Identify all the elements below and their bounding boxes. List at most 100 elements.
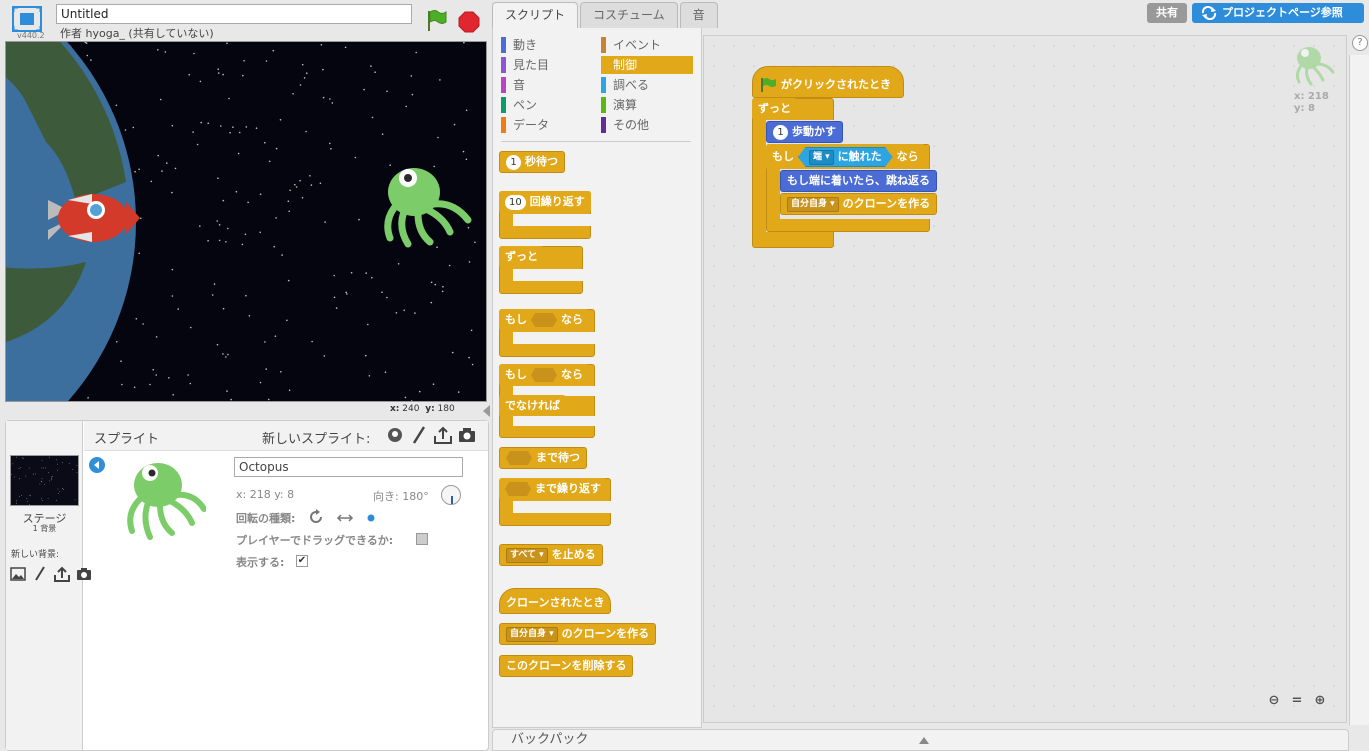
zoom-out-icon[interactable]: ⊖ (1265, 692, 1283, 710)
share-button[interactable]: 共有 (1147, 3, 1187, 23)
fullscreen-icon[interactable] (12, 6, 42, 32)
collapse-stage-icon[interactable] (483, 405, 491, 417)
category-control[interactable]: 制御 (601, 56, 693, 74)
rotate-all-around-icon[interactable] (308, 509, 324, 528)
stop-icon[interactable] (458, 11, 480, 33)
zoom-reset-icon[interactable]: = (1288, 692, 1306, 710)
camera-sprite-icon[interactable] (458, 426, 476, 444)
back-icon[interactable] (89, 457, 105, 473)
star (28, 467, 30, 469)
star (18, 468, 20, 469)
star (237, 152, 240, 155)
rotation-style-label: 回転の種類: (236, 512, 296, 525)
category-motion[interactable]: 動き (501, 36, 593, 54)
star (437, 136, 439, 139)
sprite-direction: 向き: 180° (373, 490, 429, 503)
backdrop-count: 1 背景 (32, 524, 57, 533)
category-sound[interactable]: 音 (501, 76, 593, 94)
category-data[interactable]: データ (501, 116, 593, 134)
block-wait-until[interactable]: まで待つ (499, 447, 587, 469)
category-pen[interactable]: ペン (501, 96, 593, 114)
star (56, 499, 57, 501)
stage-canvas[interactable] (5, 41, 487, 402)
direction-dial[interactable] (441, 485, 461, 505)
category-operators[interactable]: 演算 (601, 96, 693, 114)
star (439, 79, 441, 81)
star (222, 353, 224, 355)
script-clone-dropdown[interactable]: 自分自身 ▾ (787, 196, 839, 212)
star (157, 154, 159, 157)
tab-costumes[interactable]: コスチューム (580, 2, 678, 28)
script-create-clone[interactable]: 自分自身 ▾ のクローンを作る (780, 193, 938, 215)
script-when-flag-clicked[interactable]: がクリックされたとき (752, 66, 904, 98)
show-checkbox[interactable]: ✔ (296, 555, 308, 567)
tab-scripts[interactable]: スクリプト (492, 2, 579, 30)
block-stop[interactable]: すべて ▾ を止める (499, 544, 603, 566)
camera-backdrop-icon[interactable] (75, 565, 93, 583)
star (281, 254, 283, 256)
upload-sprite-icon[interactable] (434, 426, 452, 444)
star (309, 175, 311, 177)
star (18, 478, 20, 480)
version-label: v440.2 (17, 31, 45, 40)
star (86, 54, 89, 57)
star (47, 498, 49, 499)
star (187, 374, 189, 376)
draggable-checkbox[interactable] (416, 533, 428, 545)
block-else-label: でなければ (499, 395, 566, 417)
script-area[interactable]: x: 218 y: 8 がクリックされたとき ずっと 1 歩動かす もし 端 ▾ … (703, 35, 1347, 723)
paint-backdrop-icon[interactable] (31, 565, 49, 583)
octopus-sprite (384, 168, 472, 248)
dont-rotate-icon[interactable] (366, 512, 376, 526)
star (245, 126, 248, 128)
star (368, 375, 371, 377)
backdrop-library-icon[interactable] (9, 565, 27, 583)
stage-thumbnail[interactable] (10, 455, 79, 506)
star (292, 93, 294, 95)
category-events[interactable]: イベント (601, 36, 693, 54)
help-icon[interactable]: ? (1352, 35, 1368, 51)
star (333, 274, 336, 277)
star (433, 165, 436, 168)
zoom-in-icon[interactable]: ⊕ (1311, 692, 1329, 710)
upload-backdrop-icon[interactable] (53, 565, 71, 583)
block-if-else-label: もし なら (499, 364, 589, 386)
script-bounce[interactable]: もし端に着いたら、跳ね返る (780, 170, 937, 192)
star (374, 71, 376, 73)
star (227, 227, 229, 230)
left-right-icon[interactable] (336, 512, 354, 526)
block-when-cloned[interactable]: クローンされたとき (499, 588, 612, 614)
tab-sounds[interactable]: 音 (679, 2, 718, 28)
green-flag-icon[interactable] (425, 9, 447, 33)
editor-tabs: スクリプト コスチューム 音 (492, 2, 720, 30)
block-palette: 動き イベント 見た目 制御 音 調べる ペン 演算 データ その他 1 秒待つ … (492, 28, 702, 728)
block-create-clone[interactable]: 自分自身 ▾ のクローンを作る (499, 623, 657, 645)
block-delete-clone[interactable]: このクローンを削除する (499, 655, 634, 677)
script-move-steps[interactable]: 1 歩動かす (766, 121, 843, 143)
touching-condition[interactable]: 端 ▾ に触れた (798, 147, 893, 167)
category-looks[interactable]: 見た目 (501, 56, 593, 74)
star (430, 301, 433, 304)
star (140, 217, 142, 220)
sprite-name-input[interactable] (234, 457, 463, 477)
project-page-button[interactable]: プロジェクトページ参照 (1192, 3, 1364, 23)
touching-dropdown[interactable]: 端 ▾ (809, 149, 834, 165)
star (168, 377, 170, 379)
project-title-input[interactable] (56, 4, 412, 24)
star (333, 296, 336, 299)
clone-dropdown[interactable]: 自分自身 ▾ (506, 626, 558, 642)
star (25, 475, 27, 477)
category-sensing[interactable]: 調べる (601, 76, 693, 94)
block-wait[interactable]: 1 秒待つ (499, 151, 565, 173)
sprite-library-icon[interactable] (386, 426, 404, 444)
star (247, 201, 249, 204)
paint-sprite-icon[interactable] (410, 426, 428, 444)
star (49, 480, 51, 482)
backpack-bar[interactable]: バックパック (492, 729, 1349, 751)
star (268, 160, 271, 163)
stop-dropdown[interactable]: すべて ▾ (506, 547, 548, 563)
star (403, 309, 406, 312)
block-if-label: もし なら (499, 309, 589, 331)
expand-backpack-icon[interactable] (919, 737, 929, 744)
category-more[interactable]: その他 (601, 116, 693, 134)
